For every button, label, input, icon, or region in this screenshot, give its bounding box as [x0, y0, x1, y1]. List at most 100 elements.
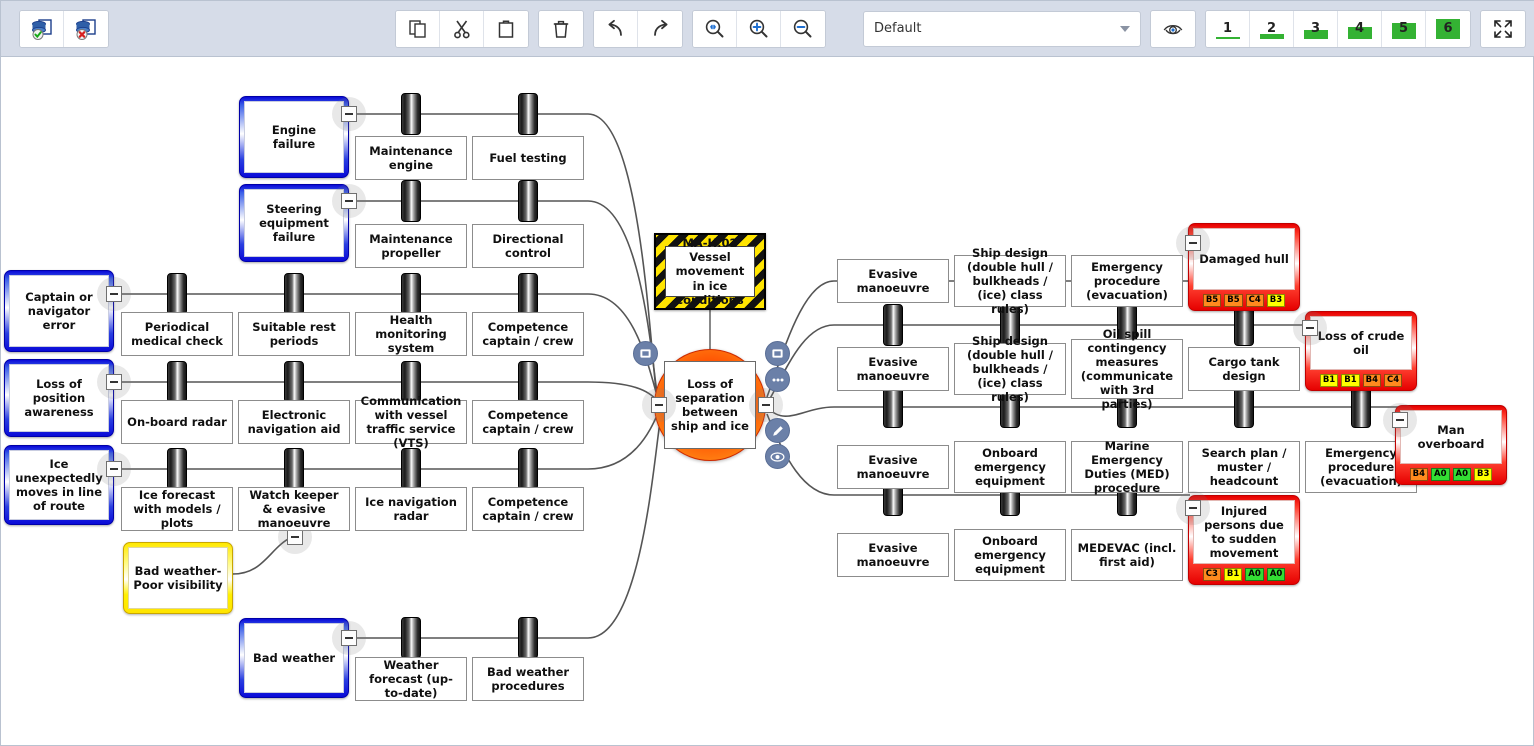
threat-node[interactable]: Captain or navigator error	[4, 270, 114, 352]
barrier-icon[interactable]	[167, 361, 187, 403]
barrier-box[interactable]: Ice navigation radar	[355, 487, 467, 531]
barrier-icon[interactable]	[518, 273, 538, 315]
barrier-box[interactable]: Competence captain / crew	[472, 487, 584, 531]
barrier-box[interactable]: Watch keeper & evasive manoeuvre	[238, 487, 350, 531]
threat-node[interactable]: Loss of position awareness	[4, 359, 114, 437]
barrier-box[interactable]: Oil spill contingency measures (communic…	[1071, 327, 1183, 411]
barrier-icon[interactable]	[518, 617, 538, 659]
escalation-factor-node[interactable]: Bad weather-Poor visibility	[123, 542, 233, 614]
barrier-icon[interactable]	[518, 361, 538, 403]
note-icon-left[interactable]	[633, 341, 658, 366]
delete-button[interactable]	[539, 10, 583, 47]
detail-level-5[interactable]: 5	[1382, 10, 1426, 47]
barrier-box[interactable]: Health monitoring system	[355, 312, 467, 356]
barrier-icon[interactable]	[167, 273, 187, 315]
detail-level-6[interactable]: 6	[1426, 10, 1470, 47]
barrier-icon[interactable]	[518, 93, 538, 135]
edit-pencil-icon[interactable]	[765, 418, 790, 443]
database-accept-button[interactable]	[20, 10, 64, 47]
barrier-icon[interactable]	[518, 448, 538, 490]
database-reject-button[interactable]	[64, 10, 108, 47]
top-event-right-handle[interactable]	[749, 388, 783, 422]
barrier-box[interactable]: Ice forecast with models / plots	[121, 487, 233, 531]
barrier-box[interactable]: Communication with vessel traffic servic…	[355, 394, 467, 450]
barrier-box[interactable]: Bad weather procedures	[472, 657, 584, 701]
zoom-out-button[interactable]	[781, 10, 825, 47]
zoom-in-button[interactable]	[737, 10, 781, 47]
barrier-box[interactable]: Evasive manoeuvre	[837, 533, 949, 577]
barrier-label: Competence captain / crew	[482, 319, 574, 348]
barrier-box[interactable]: Competence captain / crew	[472, 400, 584, 444]
threat-node[interactable]: Bad weather	[239, 618, 349, 698]
collapse-handle[interactable]	[1293, 311, 1327, 345]
threat-node[interactable]: Ice unexpectedly moves in line of route	[4, 445, 114, 525]
barrier-icon[interactable]	[284, 361, 304, 403]
barrier-icon[interactable]	[401, 617, 421, 659]
detail-level-group: 1 2 3 4 5 6	[1205, 9, 1471, 48]
redo-button[interactable]	[638, 10, 682, 47]
barrier-box[interactable]: Onboard emergency equipment	[954, 441, 1066, 493]
barrier-box[interactable]: Emergency procedure (evacuation)	[1071, 255, 1183, 307]
barrier-box[interactable]: Cargo tank design	[1188, 347, 1300, 391]
barrier-box[interactable]: Onboard emergency equipment	[954, 529, 1066, 581]
level-fill-1	[1215, 36, 1240, 39]
barrier-box[interactable]: Competence captain / crew	[472, 312, 584, 356]
detail-level-3[interactable]: 3	[1294, 10, 1338, 47]
barrier-icon[interactable]	[401, 273, 421, 315]
hazard-node[interactable]: MA-H.02 Vessel movement in ice condition…	[654, 233, 766, 310]
undo-button[interactable]	[594, 10, 638, 47]
barrier-box[interactable]: Evasive manoeuvre	[837, 347, 949, 391]
barrier-icon[interactable]	[401, 180, 421, 222]
barrier-box[interactable]: MEDEVAC (incl. first aid)	[1071, 529, 1183, 581]
collapse-handle[interactable]	[97, 452, 131, 486]
barrier-box[interactable]: Marine Emergency Duties (MED) procedure	[1071, 439, 1183, 495]
barrier-box[interactable]: Maintenance engine	[355, 136, 467, 180]
barrier-box[interactable]: Evasive manoeuvre	[837, 259, 949, 303]
more-icon[interactable]	[765, 367, 790, 392]
barrier-box[interactable]: Periodical medical check	[121, 312, 233, 356]
barrier-box[interactable]: Ship design (double hull / bulkheads / (…	[954, 246, 1066, 316]
collapse-handle[interactable]	[332, 184, 366, 218]
collapse-handle[interactable]	[97, 365, 131, 399]
barrier-box[interactable]: Search plan / muster / headcount	[1188, 441, 1300, 493]
barrier-icon[interactable]	[284, 448, 304, 490]
collapse-handle[interactable]	[332, 621, 366, 655]
collapse-handle[interactable]	[1383, 403, 1417, 437]
paste-button[interactable]	[484, 10, 528, 47]
top-event-left-handle[interactable]	[642, 388, 676, 422]
diagram-canvas[interactable]: Engine failure Steering equipment failur…	[2, 57, 1532, 745]
barrier-icon[interactable]	[1234, 386, 1254, 428]
barrier-icon[interactable]	[167, 448, 187, 490]
barrier-icon[interactable]	[883, 304, 903, 346]
fullscreen-button[interactable]	[1481, 10, 1525, 47]
barrier-icon[interactable]	[284, 273, 304, 315]
view-eye-icon[interactable]	[765, 444, 790, 469]
barrier-box[interactable]: Evasive manoeuvre	[837, 445, 949, 489]
cut-button[interactable]	[440, 10, 484, 47]
collapse-handle[interactable]	[332, 97, 366, 131]
barrier-icon[interactable]	[883, 386, 903, 428]
barrier-box[interactable]: On-board radar	[121, 400, 233, 444]
barrier-box[interactable]: Suitable rest periods	[238, 312, 350, 356]
barrier-box[interactable]: Electronic navigation aid	[238, 400, 350, 444]
barrier-box[interactable]: Weather forecast (up-to-date)	[355, 657, 467, 701]
collapse-handle[interactable]	[1176, 491, 1210, 525]
note-icon-right[interactable]	[765, 341, 790, 366]
collapse-handle[interactable]	[97, 277, 131, 311]
barrier-icon[interactable]	[1351, 386, 1371, 428]
barrier-icon[interactable]	[518, 180, 538, 222]
detail-level-1[interactable]: 1	[1206, 10, 1250, 47]
barrier-box[interactable]: Ship design (double hull / bulkheads / (…	[954, 334, 1066, 404]
eye-button[interactable]	[1151, 10, 1195, 47]
barrier-box[interactable]: Maintenance propeller	[355, 224, 467, 268]
detail-level-2[interactable]: 2	[1250, 10, 1294, 47]
collapse-handle[interactable]	[1176, 226, 1210, 260]
barrier-box[interactable]: Fuel testing	[472, 136, 584, 180]
detail-level-4[interactable]: 4	[1338, 10, 1382, 47]
copy-button[interactable]	[396, 10, 440, 47]
barrier-icon[interactable]	[401, 93, 421, 135]
zoom-fit-button[interactable]	[693, 10, 737, 47]
barrier-icon[interactable]	[401, 448, 421, 490]
barrier-box[interactable]: Directional control	[472, 224, 584, 268]
view-select[interactable]: Default	[863, 10, 1141, 47]
